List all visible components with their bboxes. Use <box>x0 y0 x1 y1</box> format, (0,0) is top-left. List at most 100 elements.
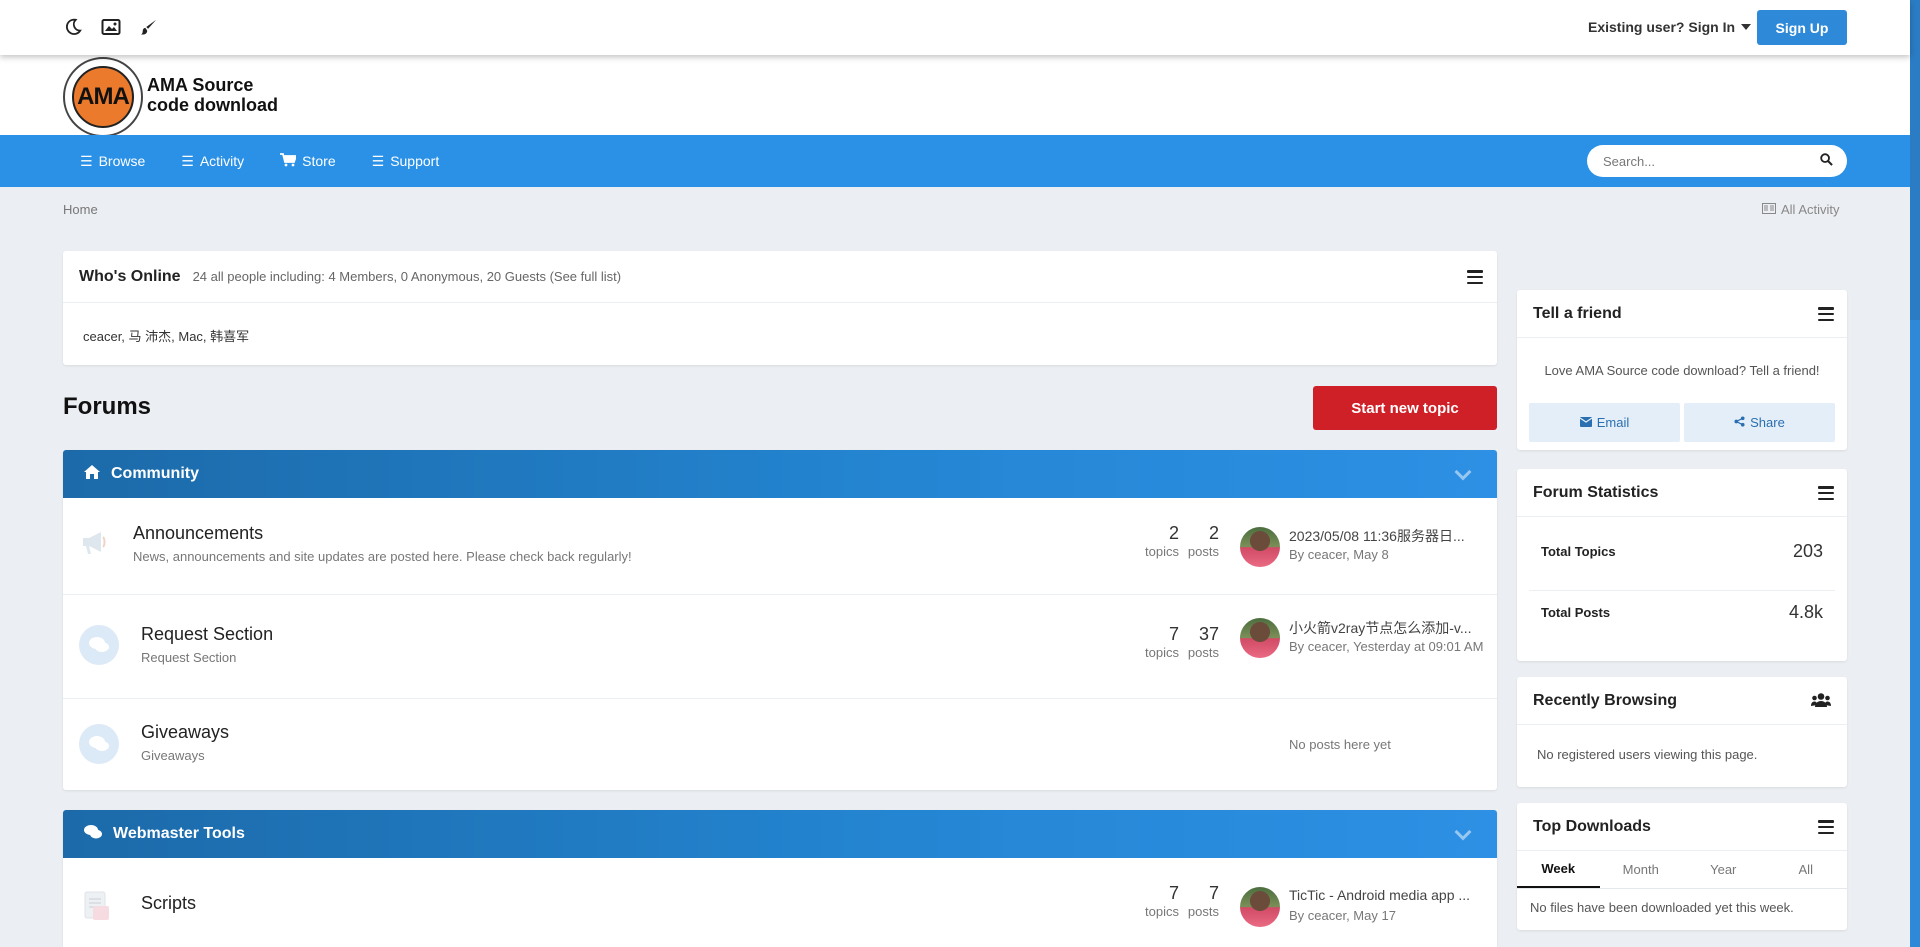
downloads-empty-text: No files have been downloaded yet this w… <box>1530 900 1794 915</box>
category-community: Community Announcements News, announceme… <box>63 450 1497 790</box>
email-button[interactable]: Email <box>1529 403 1680 442</box>
stat-label: Total Posts <box>1541 605 1611 620</box>
widget-title: Tell a friend <box>1533 304 1622 322</box>
widget-title: Top Downloads <box>1533 817 1651 835</box>
widget-menu-icon[interactable] <box>1818 307 1834 321</box>
avatar[interactable] <box>1240 527 1280 567</box>
forum-title[interactable]: Giveaways <box>141 722 229 743</box>
menu-icon: ☰ <box>80 152 93 169</box>
tab-week[interactable]: Week <box>1517 851 1600 888</box>
recently-browsing-widget: Recently Browsing No registered users vi… <box>1517 677 1847 787</box>
forum-row: Giveaways Giveaways No posts here yet <box>63 699 1497 789</box>
tell-friend-text: Love AMA Source code download? Tell a fr… <box>1544 363 1820 378</box>
all-activity-label: All Activity <box>1781 202 1840 217</box>
posts-count: 2 posts <box>1183 523 1219 559</box>
category-title: Community <box>111 465 199 482</box>
logo-band: AMA AMA Source code download <box>0 55 1910 137</box>
forum-row: Request Section Request Section 7 topics… <box>63 595 1497 699</box>
page-title: Forums <box>63 393 152 420</box>
comments-icon <box>79 724 119 764</box>
tab-year[interactable]: Year <box>1682 851 1765 888</box>
last-post-meta: By ceacer, Yesterday at 09:01 AM <box>1289 639 1484 654</box>
avatar[interactable] <box>1240 618 1280 658</box>
nav-browse-label: Browse <box>98 153 146 169</box>
nav-browse[interactable]: ☰ Browse <box>80 153 145 170</box>
stat-total-posts: Total Posts 4.8k <box>1529 602 1835 623</box>
posts-number: 2 <box>1208 523 1219 543</box>
nav-support[interactable]: ☰ Support <box>372 153 440 170</box>
tab-month[interactable]: Month <box>1600 851 1683 888</box>
forum-row: Scripts 7 topics 7 posts TicTic - Androi… <box>63 858 1497 947</box>
nav-activity[interactable]: ☰ Activity <box>181 153 244 170</box>
posts-label: posts <box>1187 645 1219 660</box>
all-activity-link[interactable]: All Activity <box>1762 202 1840 217</box>
topics-count: 2 topics <box>1133 523 1179 559</box>
forum-title[interactable]: Announcements <box>133 523 263 544</box>
posts-number: 37 <box>1198 624 1219 644</box>
sign-in-label: Existing user? Sign In <box>1588 19 1736 35</box>
online-members[interactable]: ceacer, 马 沛杰, Mac, 韩喜军 <box>63 303 1497 368</box>
chevron-down-icon[interactable] <box>1454 463 1472 481</box>
top-downloads-widget: Top Downloads Week Month Year All No fil… <box>1517 803 1847 930</box>
forum-description: News, announcements and site updates are… <box>133 549 632 564</box>
posts-label: posts <box>1187 904 1219 919</box>
forum-title[interactable]: Scripts <box>141 893 196 914</box>
moon-icon[interactable] <box>62 16 84 38</box>
sign-up-button[interactable]: Sign Up <box>1757 10 1847 45</box>
brush-icon[interactable] <box>138 16 160 38</box>
comments-icon <box>83 824 103 845</box>
search-icon[interactable] <box>1820 153 1833 169</box>
category-title: Webmaster Tools <box>113 825 245 842</box>
stat-value: 203 <box>1792 541 1823 561</box>
site-title[interactable]: AMA Source code download <box>147 75 278 115</box>
menu-icon: ☰ <box>371 152 385 169</box>
topics-number: 7 <box>1168 624 1179 644</box>
widget-menu-icon[interactable] <box>1467 270 1483 284</box>
last-post-title[interactable]: 2023/05/08 11:36服务器日... <box>1289 526 1485 546</box>
chevron-down-icon[interactable] <box>1454 823 1472 841</box>
menu-icon: ☰ <box>181 152 194 169</box>
logo-badge: AMA <box>72 66 134 128</box>
last-post-title[interactable]: 小火箭v2ray节点怎么添加-v... <box>1289 618 1485 638</box>
sign-in-link[interactable]: Existing user? Sign In <box>1588 19 1752 35</box>
tab-all[interactable]: All <box>1765 851 1848 888</box>
theme-tools <box>62 16 160 38</box>
megaphone-icon <box>77 526 109 558</box>
cart-icon <box>280 152 298 170</box>
start-new-topic-button[interactable]: Start new topic <box>1313 386 1497 430</box>
site-logo[interactable]: AMA <box>63 57 143 137</box>
avatar[interactable] <box>1240 887 1280 927</box>
nav-activity-label: Activity <box>199 153 245 169</box>
home-icon <box>83 464 101 485</box>
share-icon <box>1734 415 1745 430</box>
envelope-icon <box>1579 415 1593 430</box>
topics-number: 2 <box>1168 523 1179 543</box>
nav-store-label: Store <box>302 153 336 169</box>
posts-count: 37 posts <box>1183 624 1219 660</box>
scrollbar-thumb[interactable] <box>1910 0 1920 320</box>
whos-online-summary[interactable]: 24 all people including: 4 Members, 0 An… <box>193 269 622 284</box>
site-title-line1: AMA Source <box>147 75 254 95</box>
category-header[interactable]: Webmaster Tools <box>63 810 1497 858</box>
share-button[interactable]: Share <box>1684 403 1835 442</box>
posts-count: 7 posts <box>1183 883 1219 919</box>
posts-label: posts <box>1187 544 1219 559</box>
document-icon <box>79 888 115 924</box>
last-post-title[interactable]: TicTic - Android media app ... <box>1289 887 1485 903</box>
activity-feed-icon <box>1762 202 1776 217</box>
widget-menu-icon[interactable] <box>1818 820 1834 834</box>
nav-store[interactable]: Store <box>280 152 336 170</box>
stat-value: 4.8k <box>1788 602 1823 622</box>
search-input[interactable] <box>1603 153 1820 169</box>
forum-statistics-widget: Forum Statistics Total Topics 203 Total … <box>1517 469 1847 661</box>
forum-title[interactable]: Request Section <box>141 624 273 645</box>
category-header[interactable]: Community <box>63 450 1497 498</box>
topics-label: topics <box>1145 544 1179 559</box>
image-icon[interactable] <box>100 16 122 38</box>
last-post-meta: By ceacer, May 17 <box>1289 908 1396 923</box>
breadcrumb-home[interactable]: Home <box>63 202 98 217</box>
last-post-meta: By ceacer, May 8 <box>1289 547 1389 562</box>
tell-a-friend-widget: Tell a friend Love AMA Source code downl… <box>1517 290 1847 450</box>
topics-number: 7 <box>1168 883 1179 903</box>
widget-menu-icon[interactable] <box>1818 486 1834 500</box>
